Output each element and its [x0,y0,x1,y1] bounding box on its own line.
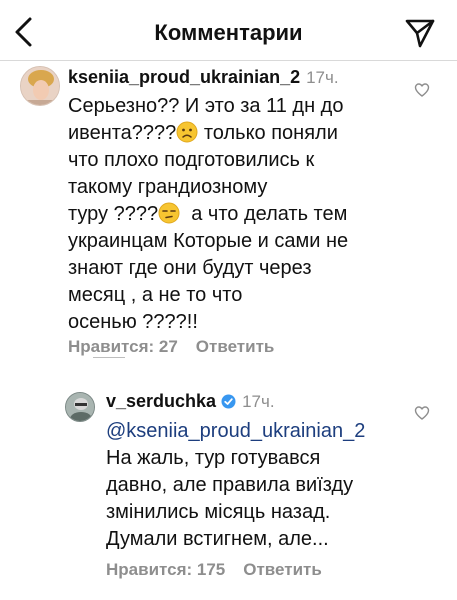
avatar-image [66,393,94,421]
send-button[interactable] [404,17,436,49]
reply-button[interactable]: Ответить [196,337,275,357]
likes-count[interactable]: Нравится: 175 [106,560,225,580]
heart-icon [414,406,430,420]
avatar-image [21,67,59,105]
likes-count[interactable]: Нравится: 27 [68,337,178,357]
comment-meta: kseniia_proud_ukrainian_2 17ч. [68,67,339,88]
avatar[interactable] [20,66,60,106]
unamused-face-emoji-icon [158,202,180,224]
comment-text-part: На жаль, тур готувався давно, але правил… [106,447,354,550]
verified-badge-icon [221,394,236,409]
comment-text: Серьезно?? И это за 11 дн до ивента???? … [68,93,348,336]
page-title: Комментарии [154,20,303,45]
comment-text: @kseniia_proud_ukrainian_2 На жаль, тур … [106,418,365,553]
comment-time: 17ч. [242,391,275,411]
heart-icon [414,83,430,97]
mention-link[interactable]: @kseniia_proud_ukrainian_2 [106,420,365,442]
comment-username[interactable]: kseniia_proud_ukrainian_2 [68,67,300,88]
comment-meta: v_serduchka 17ч. [106,391,275,412]
paper-plane-icon [405,19,435,48]
like-button[interactable] [414,405,430,421]
comment-actions: Нравится: 175 Ответить [106,560,322,580]
reply-button[interactable]: Ответить [243,560,322,580]
avatar[interactable] [65,392,95,422]
header-divider [0,60,457,61]
frowning-face-emoji-icon [176,121,198,143]
reply-thread-line [93,357,125,358]
comment-username[interactable]: v_serduchka [106,391,216,412]
comment-time: 17ч. [306,67,339,87]
header-bar: Комментарии [0,0,457,60]
like-button[interactable] [414,82,430,98]
comment-actions: Нравится: 27 Ответить [68,337,274,357]
